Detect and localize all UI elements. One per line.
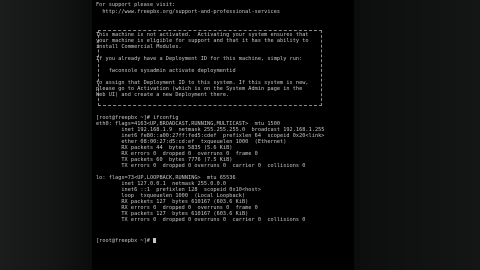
output-line: TX errors 0 dropped 0 overruns 0 carrier… [96,217,306,223]
notice-line: install Commercial Modules. [96,44,182,50]
notice-line: If you already have a Deployment ID for … [96,56,303,62]
final-prompt: [root@freepbx ~]# [96,238,154,244]
final-prompt-line[interactable]: [root@freepbx ~]# [96,238,157,245]
support-url-line: http://www.freepbx.org/support-and-profe… [96,9,281,15]
terminal-console[interactable]: For support please visit: http://www.fre… [92,0,354,270]
support-header-line: For support please visit: [96,2,176,8]
monitor-bezel-right [360,0,480,270]
text-cursor [153,238,157,243]
monitor-bezel-left [0,0,88,270]
notice-line: Web UI) and create a new Deployment ther… [96,92,230,98]
notice-command-line: fwconsole sysadmin activate deploymentid [96,68,236,74]
output-line: TX errors 0 dropped 0 overruns 0 carrier… [96,163,306,169]
